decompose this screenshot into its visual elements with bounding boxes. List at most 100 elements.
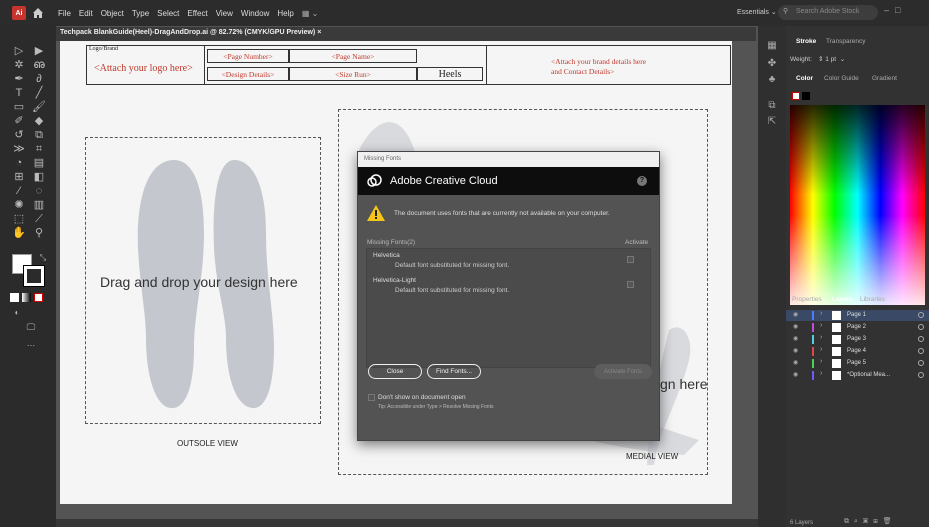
width-tool-icon[interactable]: ≫ [12,142,26,156]
tab-gradient[interactable]: Gradient [872,75,897,82]
hand-tool-icon[interactable]: ✋ [12,226,26,240]
shape-builder-tool-icon[interactable]: ◔ [12,156,26,170]
close-button[interactable]: Close [368,364,422,379]
dialog-title-bar[interactable]: Missing Fonts [358,152,659,167]
artboard-tool-icon[interactable]: ⬚ [12,212,26,226]
expand-chevron-icon[interactable]: › [820,370,822,377]
menu-select[interactable]: Select [157,9,179,18]
illustrator-app-icon[interactable]: Ai [12,6,26,20]
menu-help[interactable]: Help [277,9,293,18]
tab-transparency[interactable]: Transparency [826,38,866,45]
visibility-eye-icon[interactable]: ◉ [793,311,798,318]
rectangle-tool-icon[interactable]: ▭ [12,100,26,114]
draw-mode-icon[interactable]: ◐ [10,306,24,320]
target-icon[interactable] [918,324,924,330]
more-tools-icon[interactable]: … [24,336,38,350]
expand-chevron-icon[interactable]: › [820,322,822,329]
color-spectrum[interactable] [790,105,925,305]
eraser-tool-icon[interactable]: ◆ [32,114,46,128]
expand-chevron-icon[interactable]: › [820,346,822,353]
menu-file[interactable]: File [58,9,71,18]
outsole-drop-zone[interactable]: Drag and drop your design here [85,137,321,424]
screen-mode-icon[interactable]: 🖵 [24,320,38,334]
layer-row[interactable]: ◉ › *Optional Mea... [786,370,929,381]
layer-row[interactable]: ◉ › Page 5 [786,358,929,369]
target-icon[interactable] [918,312,924,318]
menu-object[interactable]: Object [101,9,124,18]
layer-name[interactable]: Page 4 [847,348,866,354]
target-icon[interactable] [918,360,924,366]
libraries-panel-icon[interactable]: ▦ [765,40,779,54]
layer-name[interactable]: Page 2 [847,324,866,330]
target-icon[interactable] [918,348,924,354]
target-icon[interactable] [918,336,924,342]
export-panel-icon[interactable]: ⇱ [765,116,779,130]
layer-name[interactable]: Page 1 [847,312,866,318]
type-tool-icon[interactable]: T [12,86,26,100]
window-controls[interactable]: –□ [884,5,906,15]
visibility-eye-icon[interactable]: ◉ [793,371,798,378]
tab-color-guide[interactable]: Color Guide [824,75,859,82]
layer-name[interactable]: Page 5 [847,360,866,366]
stock-search-input[interactable]: ⚲ Search Adobe Stock [778,5,878,20]
line-tool-icon[interactable]: ╱ [32,86,46,100]
expand-chevron-icon[interactable]: › [820,310,822,317]
expand-chevron-icon[interactable]: › [820,334,822,341]
arrange-documents-icon[interactable]: ▦ ⌄ [302,9,318,18]
home-icon[interactable] [32,7,44,19]
brushes-panel-icon[interactable]: ♣ [765,74,779,88]
menu-view[interactable]: View [216,9,233,18]
menu-effect[interactable]: Effect [187,9,207,18]
symbol-sprayer-tool-icon[interactable]: ✺ [12,198,26,212]
list-item[interactable]: Helvetica Default font substituted for m… [367,249,650,271]
document-tab[interactable]: Techpack BlankGuide(Heel)-DragAndDrop.ai… [56,27,756,41]
layer-row[interactable]: ◉ › Page 2 [786,322,929,333]
perspective-grid-tool-icon[interactable]: ▤ [32,156,46,170]
help-icon[interactable]: ? [637,176,647,186]
visibility-eye-icon[interactable]: ◉ [793,359,798,366]
direct-selection-tool-icon[interactable]: ▶ [32,44,46,58]
visibility-eye-icon[interactable]: ◉ [793,347,798,354]
gradient-tool-icon[interactable]: ◧ [32,170,46,184]
stroke-swatch[interactable] [23,265,45,287]
free-transform-tool-icon[interactable]: ⌗ [32,142,46,156]
rotate-tool-icon[interactable]: ↺ [12,128,26,142]
color-mode-button[interactable] [10,293,19,302]
target-icon[interactable] [918,372,924,378]
tab-color[interactable]: Color [796,75,813,82]
symbols-panel-icon[interactable]: ✤ [765,58,779,72]
tab-libraries[interactable]: Libraries [860,296,885,303]
shaper-tool-icon[interactable]: ✐ [12,114,26,128]
layer-row[interactable]: ◉ › Page 1 [786,310,929,321]
eyedropper-tool-icon[interactable]: ⁄ [12,184,26,198]
gradient-mode-button[interactable] [22,293,31,302]
activate-checkbox[interactable] [627,281,634,288]
column-graph-tool-icon[interactable]: ▥ [32,198,46,212]
workspace-switcher[interactable]: Essentials ⌄ [737,8,777,16]
blend-tool-icon[interactable]: ◌ [32,184,46,198]
expand-chevron-icon[interactable]: › [820,358,822,365]
list-item[interactable]: Helvetica-Light Default font substituted… [367,274,650,296]
layer-name[interactable]: *Optional Mea... [847,372,890,378]
magic-wand-tool-icon[interactable]: ✲ [12,58,26,72]
tab-properties[interactable]: Properties [792,296,822,303]
weight-stepper[interactable]: ⇕ 1 pt ⌄ [818,55,845,63]
lasso-tool-icon[interactable]: ഌ [32,58,46,72]
visibility-eye-icon[interactable]: ◉ [793,335,798,342]
layer-row[interactable]: ◉ › Page 4 [786,346,929,357]
visibility-eye-icon[interactable]: ◉ [793,323,798,330]
paintbrush-tool-icon[interactable]: 🖌 [32,100,46,114]
find-fonts-button[interactable]: Find Fonts... [427,364,481,379]
layers-footer-icons[interactable]: ⧉⌕▣⊞🗑 [844,517,897,526]
slice-tool-icon[interactable]: ⟋ [32,212,46,226]
tab-layers[interactable]: Layers [832,296,853,303]
fill-stroke-indicator[interactable] [792,92,816,100]
mesh-tool-icon[interactable]: ⊞ [12,170,26,184]
scale-tool-icon[interactable]: ⧉ [32,128,46,142]
pages-panel-icon[interactable]: ⧉ [765,100,779,114]
none-mode-button[interactable] [34,293,43,302]
layer-row[interactable]: ◉ › Page 3 [786,334,929,345]
zoom-tool-icon[interactable]: ⚲ [32,226,46,240]
menu-edit[interactable]: Edit [79,9,93,18]
tab-stroke[interactable]: Stroke [796,38,816,45]
